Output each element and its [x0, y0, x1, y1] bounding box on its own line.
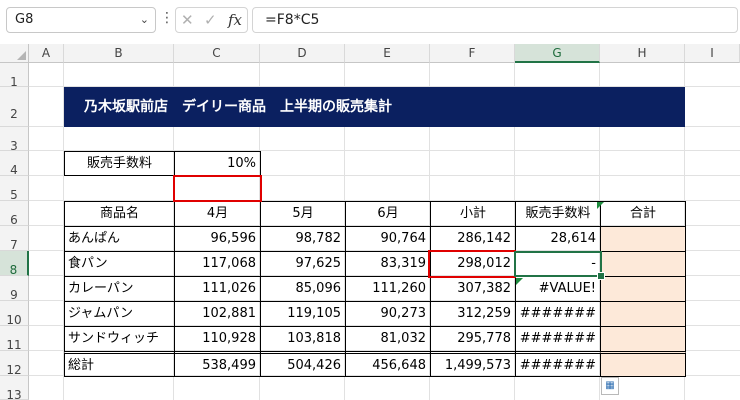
total-cell[interactable]: 456,648 [345, 351, 431, 377]
table-cell[interactable]: 85,096 [260, 276, 346, 302]
error-indicator-g6 [597, 202, 604, 209]
column-header-g[interactable]: G [515, 44, 600, 63]
insert-function-icon[interactable]: fx [228, 11, 242, 29]
row-header-10[interactable]: 10 [0, 301, 29, 326]
column-header-b[interactable]: B [64, 44, 174, 63]
active-cell-g8[interactable] [514, 251, 602, 277]
row-header-5[interactable]: 5 [0, 176, 29, 201]
quick-analysis-icon[interactable]: ▦ [601, 377, 619, 395]
table-cell[interactable]: 96,596 [174, 226, 261, 252]
name-box-value: G8 [15, 12, 34, 27]
table-cell[interactable]: 98,782 [260, 226, 346, 252]
table-cell[interactable] [600, 226, 686, 252]
row-header-8[interactable]: 8 [0, 251, 29, 276]
table-cell[interactable]: 312,259 [430, 301, 516, 327]
formula-buttons: ✕ ✓ fx [175, 7, 248, 33]
row-header-12[interactable]: 12 [0, 351, 29, 376]
row-header-13[interactable]: 13 [0, 376, 29, 400]
formula-bar: G8 ⌄ ⋮ ✕ ✓ fx =F8*C5 [0, 0, 740, 40]
table-header-cell[interactable]: 4月 [174, 201, 261, 227]
total-cell[interactable]: 504,426 [260, 351, 346, 377]
table-cell[interactable]: 117,068 [174, 251, 261, 277]
table-cell[interactable] [600, 251, 686, 277]
table-cell[interactable]: 286,142 [430, 226, 516, 252]
column-header-c[interactable]: C [174, 44, 260, 63]
row-header-9[interactable]: 9 [0, 276, 29, 301]
table-header-cell[interactable]: 6月 [345, 201, 431, 227]
table-cell[interactable]: 83,319 [345, 251, 431, 277]
total-label-cell[interactable]: 総計 [64, 351, 175, 377]
table-cell[interactable]: 97,625 [260, 251, 346, 277]
table-cell[interactable] [600, 326, 686, 352]
table-cell[interactable]: 295,778 [430, 326, 516, 352]
enter-icon[interactable]: ✓ [204, 11, 217, 29]
select-all-button[interactable] [0, 44, 29, 63]
table-header-cell[interactable]: 合計 [600, 201, 686, 227]
highlight-c5 [173, 175, 262, 202]
table-cell[interactable]: 102,881 [174, 301, 261, 327]
table-cell[interactable]: 81,032 [345, 326, 431, 352]
row-header-6[interactable]: 6 [0, 201, 29, 226]
cancel-icon[interactable]: ✕ [181, 11, 194, 29]
table-header-cell[interactable]: 小計 [430, 201, 516, 227]
table-header-cell[interactable]: 販売手数料 [515, 201, 601, 227]
table-header-cell[interactable]: 商品名 [64, 201, 175, 227]
table-cell[interactable]: 119,105 [260, 301, 346, 327]
fee-label[interactable]: 販売手数料 [64, 151, 175, 176]
table-cell[interactable] [600, 276, 686, 302]
total-cell[interactable]: 538,499 [174, 351, 261, 377]
total-cell[interactable]: ####### [515, 351, 601, 377]
product-name-cell[interactable]: あんぱん [64, 226, 175, 252]
more-options-icon[interactable]: ⋮ [160, 10, 174, 26]
row-header-7[interactable]: 7 [0, 226, 29, 251]
report-title: 乃木坂駅前店 デイリー商品 上半期の販売集計 [64, 87, 685, 127]
fee-value[interactable]: 10% [174, 151, 261, 176]
column-header-a[interactable]: A [29, 44, 64, 63]
table-cell[interactable]: 90,273 [345, 301, 431, 327]
table-cell[interactable]: ####### [515, 326, 601, 352]
product-name-cell[interactable]: カレーパン [64, 276, 175, 302]
row-header-2[interactable]: 2 [0, 87, 29, 127]
column-header-h[interactable]: H [600, 44, 685, 63]
total-cell[interactable] [600, 351, 686, 377]
table-cell[interactable]: #VALUE! [515, 276, 601, 302]
product-name-cell[interactable]: サンドウィッチ [64, 326, 175, 352]
table-cell[interactable]: 110,928 [174, 326, 261, 352]
name-box[interactable]: G8 ⌄ [6, 7, 156, 33]
table-cell[interactable]: 103,818 [260, 326, 346, 352]
table-cell[interactable]: 111,026 [174, 276, 261, 302]
column-header-e[interactable]: E [345, 44, 430, 63]
table-cell[interactable]: 307,382 [430, 276, 516, 302]
row-header-3[interactable]: 3 [0, 127, 29, 151]
row-header-4[interactable]: 4 [0, 151, 29, 176]
product-name-cell[interactable]: ジャムパン [64, 301, 175, 327]
table-cell[interactable]: 90,764 [345, 226, 431, 252]
product-name-cell[interactable]: 食パン [64, 251, 175, 277]
fill-handle[interactable] [597, 272, 605, 280]
total-cell[interactable]: 1,499,573 [430, 351, 516, 377]
table-cell[interactable] [600, 301, 686, 327]
highlight-f8 [428, 250, 516, 278]
formula-input[interactable]: =F8*C5 [252, 7, 738, 33]
chevron-down-icon[interactable]: ⌄ [140, 8, 149, 32]
row-header-1[interactable]: 1 [0, 63, 29, 87]
table-header-cell[interactable]: 5月 [260, 201, 346, 227]
error-indicator-g9[interactable] [516, 278, 523, 285]
column-header-f[interactable]: F [430, 44, 515, 63]
table-cell[interactable]: ####### [515, 301, 601, 327]
table-cell[interactable]: 28,614 [515, 226, 601, 252]
table-cell[interactable]: 111,260 [345, 276, 431, 302]
column-header-d[interactable]: D [260, 44, 345, 63]
column-header-i[interactable]: I [685, 44, 740, 63]
row-header-11[interactable]: 11 [0, 326, 29, 351]
